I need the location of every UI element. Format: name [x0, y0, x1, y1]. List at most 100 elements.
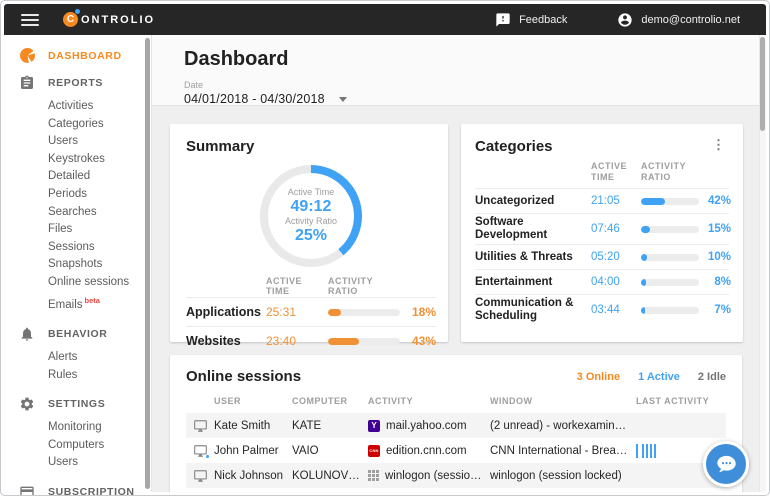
sidebar-item-periods[interactable]: Periods [4, 186, 151, 204]
category-row: Communication & Scheduling 03:44 7% [475, 294, 729, 325]
logo-blue-dot-icon [75, 9, 80, 14]
sidebar-item-snapshots[interactable]: Snapshots [4, 256, 151, 274]
sidebar-scrollbar-thumb[interactable] [145, 38, 150, 489]
user-email: demo@controlio.net [641, 14, 740, 26]
summary-col-active-time: ACTIVE TIME [266, 276, 328, 296]
sidebar: DASHBOARD REPORTS Activities Categories … [4, 35, 152, 492]
sidebar-section-behavior[interactable]: BEHAVIOR [4, 320, 151, 348]
user-account-menu[interactable]: demo@controlio.net [617, 12, 740, 28]
websites-ratio-pct: 43% [402, 334, 436, 348]
sidebar-item-categories[interactable]: Categories [4, 116, 151, 134]
categories-col-active-time: ACTIVE TIME [591, 161, 641, 183]
yahoo-icon: Y [368, 420, 380, 432]
caret-down-icon [339, 97, 347, 102]
winlogon-grid-icon [368, 470, 379, 481]
activity-ratio-value: 25% [295, 226, 327, 245]
chat-fab-button[interactable] [703, 441, 749, 487]
websites-ratio-bar [328, 338, 400, 345]
col-computer: COMPUTER [292, 396, 368, 406]
sidebar-item-detailed[interactable]: Detailed [4, 168, 151, 186]
col-user: USER [214, 396, 292, 406]
main-area: Dashboard Date 04/01/2018 - 04/30/2018 S… [152, 35, 766, 492]
monitor-icon [193, 419, 208, 433]
category-ratio-bar [641, 226, 699, 233]
col-last-activity: LAST ACTIVITY [636, 396, 726, 406]
online-sessions-title: Online sessions [186, 368, 301, 385]
feedback-button[interactable]: Feedback [495, 12, 567, 28]
monitor-icon [193, 469, 208, 483]
active-time-label: Active Time [288, 187, 335, 197]
page-header: Dashboard Date 04/01/2018 - 04/30/2018 [152, 35, 766, 106]
cnn-icon: CNN [368, 445, 380, 457]
categories-card: Categories ⋮ ACTIVE TIME ACTIVITY RATIO … [461, 124, 743, 342]
category-row: Uncategorized 21:05 42% [475, 188, 729, 213]
summary-title: Summary [186, 138, 436, 155]
status-active-count[interactable]: 1 Active [638, 371, 680, 383]
pie-chart-icon [20, 48, 35, 63]
status-idle-count[interactable]: 2 Idle [698, 371, 726, 383]
sidebar-item-settings-users[interactable]: Users [4, 454, 151, 472]
category-ratio-bar [641, 307, 699, 314]
feedback-icon [495, 12, 511, 28]
sidebar-item-users[interactable]: Users [4, 133, 151, 151]
page-title: Dashboard [184, 48, 766, 71]
sidebar-item-emails[interactable]: Emailsbeta [4, 292, 151, 314]
sidebar-item-keystrokes[interactable]: Keystrokes [4, 151, 151, 169]
sidebar-item-rules[interactable]: Rules [4, 367, 151, 385]
sidebar-item-computers[interactable]: Computers [4, 437, 151, 455]
summary-row-applications: Applications 25:31 18% [186, 297, 436, 326]
session-row-nick[interactable]: Nick Johnson KOLUNOVEE winlogon (session… [186, 463, 726, 488]
summary-card: Summary Active Time 49:12 Activity Ratio… [170, 124, 448, 342]
active-time-value: 49:12 [291, 197, 332, 216]
summary-col-activity-ratio: ACTIVITY RATIO [328, 276, 402, 296]
feedback-label: Feedback [519, 14, 567, 26]
sidebar-item-dashboard[interactable]: DASHBOARD [4, 42, 151, 69]
chat-bubble-icon [713, 451, 739, 477]
main-scrollbar-thumb[interactable] [760, 37, 765, 131]
date-label: Date [184, 80, 766, 90]
sidebar-item-searches[interactable]: Searches [4, 204, 151, 222]
category-ratio-bar [641, 279, 699, 286]
websites-active-time: 23:40 [266, 334, 328, 348]
category-row: Utilities & Threats 05:20 10% [475, 244, 729, 269]
sidebar-item-monitoring[interactable]: Monitoring [4, 419, 151, 437]
categories-col-activity-ratio: ACTIVITY RATIO [641, 161, 697, 183]
applications-active-time: 25:31 [266, 305, 328, 319]
sidebar-item-files[interactable]: Files [4, 221, 151, 239]
sidebar-item-online-sessions[interactable]: Online sessions [4, 274, 151, 292]
clipboard-icon [19, 75, 35, 91]
beta-badge: beta [85, 296, 100, 305]
summary-row-websites: Websites 23:40 43% [186, 326, 436, 355]
top-bar: C ONTROLIO Feedback demo@controlio.net [4, 4, 766, 35]
col-activity: ACTIVITY [368, 396, 490, 406]
category-ratio-bar [641, 254, 699, 261]
category-row: Entertainment 04:00 8% [475, 269, 729, 294]
session-row-john[interactable]: John Palmer VAIO CNNedition.cnn.com CNN … [186, 438, 726, 463]
main-scrollbar[interactable] [759, 35, 766, 492]
dashboard-content: Summary Active Time 49:12 Activity Ratio… [152, 106, 766, 492]
sidebar-item-sessions[interactable]: Sessions [4, 239, 151, 257]
logo-c-mark: C [63, 12, 78, 27]
hamburger-menu-icon[interactable] [21, 11, 39, 29]
kebab-menu-icon[interactable]: ⋮ [708, 138, 729, 152]
status-online-count[interactable]: 3 Online [577, 371, 620, 383]
logo-text: ONTROLIO [81, 14, 155, 26]
controlio-logo[interactable]: C ONTROLIO [63, 12, 155, 27]
date-range-value: 04/01/2018 - 04/30/2018 [184, 92, 325, 106]
sidebar-section-reports[interactable]: REPORTS [4, 69, 151, 97]
col-window: WINDOW [490, 396, 636, 406]
active-session-dot [205, 454, 210, 459]
avatar-icon [617, 12, 633, 28]
app-window: C ONTROLIO Feedback demo@controlio.net D… [0, 0, 770, 496]
sidebar-item-alerts[interactable]: Alerts [4, 349, 151, 367]
credit-card-icon [19, 484, 35, 496]
sidebar-section-subscription[interactable]: SUBSCRIPTION [4, 478, 151, 496]
categories-title: Categories [475, 138, 553, 155]
applications-ratio-bar [328, 309, 400, 316]
summary-donut-chart: Active Time 49:12 Activity Ratio 25% [260, 165, 362, 267]
session-row-kate[interactable]: Kate Smith KATE Ymail.yahoo.com (2 unrea… [186, 413, 726, 438]
online-sessions-card: Online sessions 3 Online 1 Active 2 Idle… [170, 355, 742, 492]
sidebar-section-settings[interactable]: SETTINGS [4, 390, 151, 418]
sidebar-item-activities[interactable]: Activities [4, 98, 151, 116]
gear-icon [19, 396, 35, 412]
